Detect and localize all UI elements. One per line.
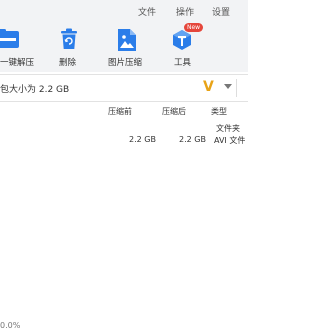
file-type: AVI 文件 bbox=[214, 136, 246, 145]
tools-cube-icon bbox=[171, 28, 193, 56]
toolbar: 一键解压 删除 图片压缩 New 工具 bbox=[0, 22, 248, 72]
chevron-down-icon[interactable] bbox=[224, 84, 232, 89]
folder-extract-icon bbox=[0, 28, 20, 54]
file-type: 文件夹 bbox=[216, 124, 240, 133]
size-before: 2.2 GB bbox=[129, 135, 156, 144]
list-item[interactable]: 2.2 GB 2.2 GB AVI 文件 bbox=[0, 135, 248, 147]
delete-label: 删除 bbox=[59, 58, 77, 68]
extract-button[interactable]: 一键解压 bbox=[0, 22, 34, 72]
menu-file[interactable]: 文件 bbox=[138, 5, 156, 18]
menu-bar: 文件 操作 设置 bbox=[0, 0, 248, 22]
progress-status: 0.0% bbox=[0, 321, 21, 330]
divider bbox=[236, 79, 237, 97]
image-compress-button[interactable]: 图片压缩 bbox=[105, 22, 149, 72]
column-header-before[interactable]: 压缩前 bbox=[108, 106, 132, 117]
extract-label: 一键解压 bbox=[0, 58, 35, 68]
list-header: 压缩前 压缩后 类型 bbox=[0, 103, 248, 119]
app-window: 文件 操作 设置 一键解压 删除 图片压缩 New 工具 包大小为 2.2 GB… bbox=[0, 0, 248, 333]
menu-settings[interactable]: 设置 bbox=[212, 5, 230, 18]
tools-button[interactable]: New 工具 bbox=[165, 22, 204, 72]
list-item[interactable]: 文件夹 bbox=[0, 123, 248, 135]
tools-label: 工具 bbox=[174, 58, 192, 68]
column-header-type[interactable]: 类型 bbox=[211, 106, 227, 117]
delete-button[interactable]: 删除 bbox=[54, 22, 84, 72]
image-compress-icon bbox=[116, 28, 138, 56]
column-header-after[interactable]: 压缩后 bbox=[162, 106, 186, 117]
package-size-text: 包大小为 2.2 GB bbox=[0, 85, 70, 95]
menu-operation[interactable]: 操作 bbox=[176, 5, 194, 18]
image-compress-label: 图片压缩 bbox=[108, 58, 143, 68]
new-badge: New bbox=[184, 23, 204, 32]
v-logo-icon: V bbox=[203, 79, 214, 95]
path-bar: 包大小为 2.2 GB V bbox=[0, 74, 248, 102]
size-after: 2.2 GB bbox=[179, 135, 206, 144]
trash-icon bbox=[60, 28, 78, 54]
